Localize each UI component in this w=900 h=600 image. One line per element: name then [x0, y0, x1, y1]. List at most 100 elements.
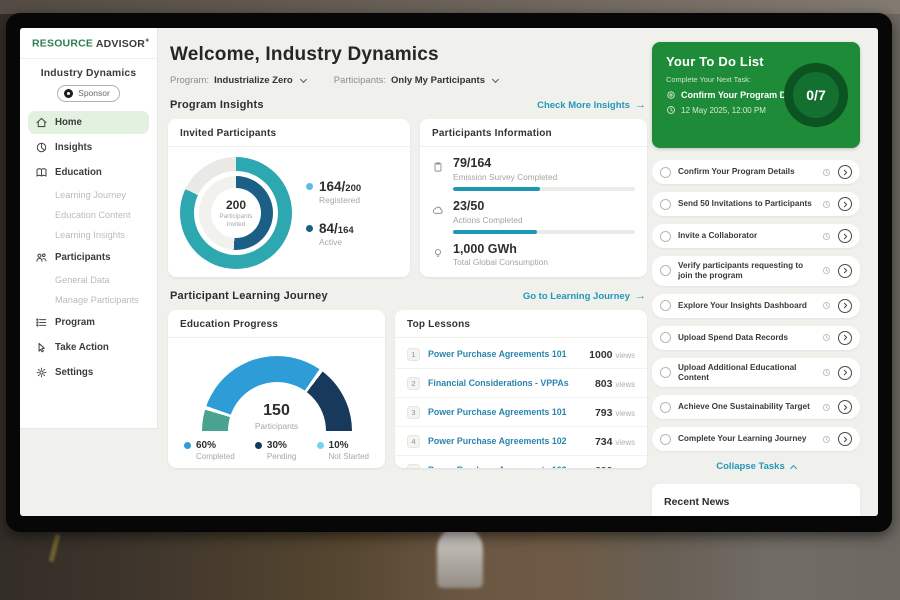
lesson-title-link[interactable]: Power Purchase Agreements 102 — [428, 436, 587, 446]
lesson-title-link[interactable]: Power Purchase Agreements 103 — [428, 465, 587, 468]
lesson-title-link[interactable]: Financial Considerations - VPPAs — [428, 378, 587, 388]
program-filter[interactable]: Program: Industrialize Zero — [170, 75, 306, 86]
todo-open-button[interactable] — [838, 165, 852, 179]
actions-icon — [432, 204, 444, 216]
todo-open-button[interactable] — [838, 197, 852, 211]
sidebar-item-label: Manage Participants — [55, 295, 139, 305]
sidebar-item-education[interactable]: Education — [28, 161, 149, 184]
check-more-insights-link[interactable]: Check More Insights → — [537, 99, 646, 111]
participants-information-body: 79/164Emission Survey Completed 23/50Acti… — [420, 147, 647, 277]
stat-emission-survey-completed: 79/164Emission Survey Completed — [432, 157, 635, 191]
lesson-views-value: 803 — [595, 378, 613, 390]
sidebar-item-learning-journey[interactable]: Learning Journey — [28, 186, 149, 204]
todo-item-explore-your-insights-dashboard: Explore Your Insights Dashboard — [652, 294, 860, 318]
todo-open-button[interactable] — [838, 264, 852, 278]
gauge-center-value: 150 — [202, 403, 352, 419]
sidebar-item-manage-participants[interactable]: Manage Participants — [28, 291, 149, 309]
top-lessons-card-title: Top Lessons — [395, 310, 647, 338]
lesson-title-link[interactable]: Power Purchase Agreements 101 — [428, 349, 581, 359]
sidebar-item-label: Take Action — [55, 342, 109, 353]
chevron-down-icon — [492, 75, 499, 82]
lesson-views: 734views — [595, 432, 635, 450]
todo-item-invite-a-collaborator: Invite a Collaborator — [652, 224, 860, 248]
todo-open-button[interactable] — [838, 432, 852, 446]
home-icon — [35, 116, 48, 129]
sidebar-item-insights[interactable]: Insights — [28, 136, 149, 159]
program-filter-value: Industrialize Zero — [214, 75, 293, 86]
todo-item-verify-participants-requesting-to-join-the-program: Verify participants requesting to join t… — [652, 256, 860, 286]
todo-checkbox[interactable] — [660, 402, 671, 413]
todo-item-achieve-one-sustainability-target: Achieve One Sustainability Target — [652, 395, 860, 419]
clock-icon — [822, 403, 831, 412]
donut-active-ring: 200 Participants Invited — [199, 176, 273, 250]
legend-dot — [306, 225, 313, 232]
stat-actions-completed: 23/50Actions Completed — [432, 200, 635, 234]
sidebar-item-general-data[interactable]: General Data — [28, 271, 149, 289]
todo-item-complete-your-learning-journey: Complete Your Learning Journey — [652, 427, 860, 451]
participants-filter-label: Participants: — [334, 75, 386, 86]
todo-checkbox[interactable] — [660, 332, 671, 343]
clock-icon — [822, 232, 831, 241]
program-insights-title: Program Insights — [170, 99, 264, 111]
lesson-row: 2Financial Considerations - VPPAs803view… — [395, 368, 647, 397]
collapse-tasks-link[interactable]: Collapse Tasks — [652, 461, 860, 472]
sidebar-item-label: Settings — [55, 367, 93, 378]
todo-item-label: Achieve One Sustainability Target — [678, 402, 815, 412]
legend-text: 164/200Registered — [319, 179, 361, 205]
progress-bar — [453, 230, 635, 234]
donut-legend: 164/200Registered84/164Active — [306, 179, 361, 247]
todo-checkbox[interactable] — [660, 300, 671, 311]
lesson-title-link[interactable]: Power Purchase Agreements 101 — [428, 407, 587, 417]
todo-item-label: Send 50 Invitations to Participants — [678, 199, 815, 209]
todo-open-button[interactable] — [838, 229, 852, 243]
todo-checkbox[interactable] — [660, 434, 671, 445]
donut-legend-item-registered: 164/200Registered — [306, 179, 361, 205]
sidebar-item-education-content[interactable]: Education Content — [28, 206, 149, 224]
go-to-learning-journey-link[interactable]: Go to Learning Journey → — [523, 290, 646, 302]
legend-text: 30%Pending — [267, 440, 296, 461]
todo-open-button[interactable] — [838, 331, 852, 345]
clock-icon — [822, 435, 831, 444]
clock-icon — [822, 266, 831, 275]
donut-gap-ring: 200 Participants Invited — [194, 171, 278, 255]
todo-checkbox[interactable] — [660, 167, 671, 178]
lesson-views: 1000views — [589, 345, 635, 363]
sidebar: RESOURCE ADVISOR+ Industry Dynamics Spon… — [20, 28, 158, 429]
progress-bar — [453, 187, 635, 191]
todo-open-button[interactable] — [838, 299, 852, 313]
todo-checkbox[interactable] — [660, 265, 671, 276]
education-icon — [35, 166, 48, 179]
todo-checkbox[interactable] — [660, 231, 671, 242]
sponsor-icon — [64, 89, 73, 98]
legend-value: 30% — [267, 440, 296, 451]
todo-open-button[interactable] — [838, 400, 852, 414]
top-lessons-list: 1Power Purchase Agreements 1011000views2… — [395, 338, 647, 468]
todo-open-button[interactable] — [838, 366, 852, 380]
todo-progress-value: 0/7 — [806, 87, 825, 103]
legend-dot — [317, 442, 324, 449]
sidebar-item-learning-insights[interactable]: Learning Insights — [28, 226, 149, 244]
app-logo: RESOURCE ADVISOR+ — [20, 28, 157, 59]
sidebar-item-home[interactable]: Home — [28, 111, 149, 134]
top-lessons-card: Top Lessons 1 Power Purchase Agreements 1… — [395, 310, 647, 468]
sidebar-item-label: Participants — [55, 252, 110, 263]
legend-text: 10%Not Started — [329, 440, 369, 461]
sidebar-item-label: General Data — [55, 275, 110, 285]
app-screen: RESOURCE ADVISOR+ Industry Dynamics Spon… — [20, 28, 878, 516]
sidebar-item-label: Education — [55, 167, 102, 178]
sidebar-item-participants[interactable]: Participants — [28, 246, 149, 269]
participants-filter[interactable]: Participants: Only My Participants — [334, 75, 498, 86]
legend-label: Completed — [196, 452, 235, 461]
education-progress-card: Education Progress 150 Participants 60%C… — [168, 310, 385, 468]
sidebar-item-take-action[interactable]: Take Action — [28, 336, 149, 359]
lesson-rank: 1 — [407, 348, 420, 361]
legend-dot — [184, 442, 191, 449]
lesson-rank: 5 — [407, 464, 420, 469]
todo-item-label: Confirm Your Program Details — [678, 167, 815, 177]
sidebar-item-program[interactable]: Program — [28, 311, 149, 334]
sidebar-item-settings[interactable]: Settings — [28, 361, 149, 384]
arrow-right-icon: → — [635, 99, 646, 111]
todo-checkbox[interactable] — [660, 367, 671, 378]
todo-checkbox[interactable] — [660, 199, 671, 210]
sidebar-item-label: Program — [55, 317, 95, 328]
